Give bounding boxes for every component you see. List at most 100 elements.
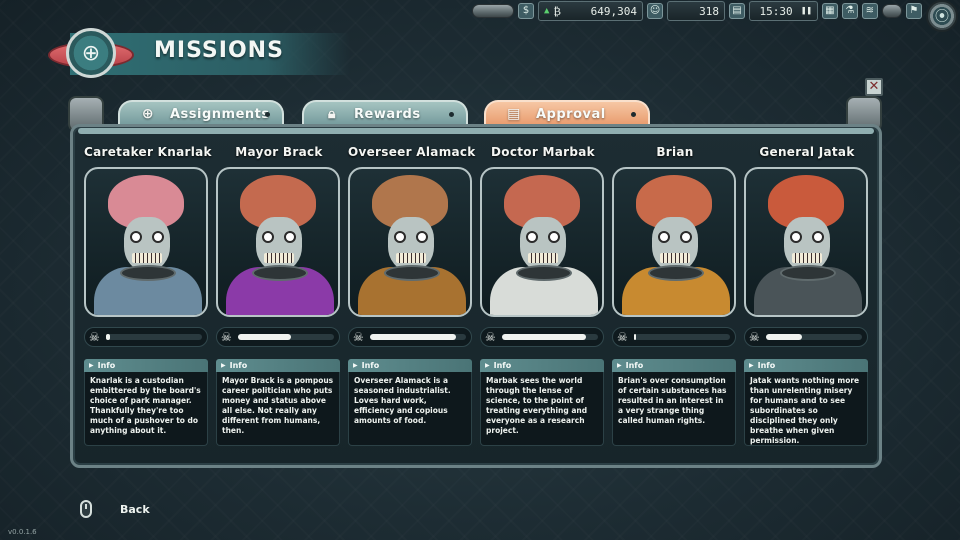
info-header: ▶ Info [348, 359, 472, 372]
tab-rewards[interactable]: 🔒︎ Rewards [302, 100, 468, 126]
triangle-icon: ▶ [89, 362, 94, 369]
tab-label: Rewards [354, 106, 421, 122]
guest-icon[interactable]: ☺ [647, 3, 664, 19]
info-label: Info [97, 361, 116, 370]
character-portrait [612, 167, 736, 317]
alien-head-icon: ☠ [221, 330, 232, 344]
character-card[interactable]: Caretaker Knarlak ☠ ▶ Info Knarlak is a … [84, 140, 212, 452]
character-card[interactable]: Overseer Alamack ☠ ▶ Info Overseer Alama… [348, 140, 476, 452]
staff-display: 318 [667, 1, 726, 21]
alien-head-icon: ☠ [485, 330, 496, 344]
triangle-icon: ▶ [617, 362, 622, 369]
factory-icon[interactable]: ▦ [821, 3, 838, 19]
back-button[interactable]: Back [120, 503, 150, 516]
radar-icon[interactable]: ⦿ [926, 0, 958, 32]
approval-bar-fill [369, 334, 457, 340]
alien-eye [152, 231, 164, 243]
approval-bar-fill [633, 334, 636, 340]
character-name: Mayor Brack [235, 145, 323, 159]
time-value: 15:30 [759, 4, 793, 18]
alien-head-icon: ☠ [89, 330, 100, 344]
flag-icon[interactable]: ⚑ [905, 3, 922, 19]
alien-teeth [528, 253, 558, 263]
alien-eye [416, 231, 428, 243]
character-name: Doctor Marbak [491, 145, 595, 159]
panel-top-strip [78, 128, 874, 134]
flask-icon[interactable]: ⚗ [841, 3, 858, 19]
lock-icon: 🔒︎ [328, 106, 336, 122]
alien-eye [130, 231, 142, 243]
character-portrait [216, 167, 340, 317]
currency-symbol: ₿ [553, 4, 562, 18]
tab-dot [631, 112, 636, 117]
pause-icon[interactable]: ❚❚ [801, 6, 812, 16]
alien-eye [548, 231, 560, 243]
alien-teeth [660, 253, 690, 263]
approval-bar-fill [765, 334, 803, 340]
character-info: Mayor Brack is a pompous career politici… [216, 372, 340, 446]
alien-portrait-image [614, 169, 734, 315]
wifi-icon[interactable]: ≋ [861, 3, 878, 19]
missions-emblem: ⊕ [48, 28, 134, 80]
character-name: Overseer Alamack [348, 145, 476, 159]
approval-bar-track [105, 334, 202, 340]
page-title: MISSIONS [154, 38, 284, 63]
character-card[interactable]: Brian ☠ ▶ Info Brian's over consumption … [612, 140, 738, 452]
triangle-icon: ▶ [353, 362, 358, 369]
tab-assignments[interactable]: ⊕ Assignments [118, 100, 284, 126]
character-portrait [480, 167, 604, 317]
time-display: 15:30 ❚❚ [749, 1, 818, 21]
back-control[interactable]: Back [80, 500, 150, 518]
trend-up-icon: ▲ [544, 6, 550, 16]
approval-bar-track [369, 334, 466, 340]
alien-teeth [132, 253, 162, 263]
character-info: Brian's over consumption of certain subs… [612, 372, 736, 446]
character-cards: Caretaker Knarlak ☠ ▶ Info Knarlak is a … [84, 140, 874, 460]
character-card[interactable]: Mayor Brack ☠ ▶ Info Mayor Brack is a po… [216, 140, 342, 452]
info-header: ▶ Info [612, 359, 736, 372]
alien-collar [780, 265, 836, 281]
tab-approval[interactable]: ▤ Approval [484, 100, 650, 126]
info-label: Info [625, 361, 644, 370]
alien-eye [658, 231, 670, 243]
character-portrait [84, 167, 208, 317]
info-header: ▶ Info [84, 359, 208, 372]
close-button[interactable]: ✕ [865, 78, 883, 96]
alien-eye [526, 231, 538, 243]
alien-eye [262, 231, 274, 243]
approval-bar-track [765, 334, 862, 340]
triangle-icon: ▶ [749, 362, 754, 369]
mouse-icon [80, 500, 92, 518]
character-info: Overseer Alamack is a seasoned industria… [348, 372, 472, 446]
approval-bar-track [237, 334, 334, 340]
target-icon: ⊕ [66, 28, 116, 78]
money-value: 649,304 [590, 4, 638, 18]
tab-label: Assignments [170, 106, 270, 122]
approval-bar-track [633, 334, 730, 340]
info-label: Info [361, 361, 380, 370]
approval-meter: ☠ [612, 327, 736, 347]
triangle-icon: ▶ [485, 362, 490, 369]
alien-collar [516, 265, 572, 281]
character-portrait [348, 167, 472, 317]
alien-eye [790, 231, 802, 243]
approval-meter: ☠ [744, 327, 868, 347]
approval-meter: ☠ [348, 327, 472, 347]
character-card[interactable]: Doctor Marbak ☠ ▶ Info Marbak sees the w… [480, 140, 606, 452]
dollar-icon[interactable]: $ [518, 3, 534, 19]
character-card[interactable]: General Jatak ☠ ▶ Info Jatak wants nothi… [744, 140, 870, 452]
calendar-icon[interactable]: ▤ [729, 3, 746, 19]
character-portrait [744, 167, 868, 317]
info-label: Info [757, 361, 776, 370]
approval-bar-track [501, 334, 598, 340]
info-header: ▶ Info [744, 359, 868, 372]
alien-portrait-image [482, 169, 602, 315]
alien-teeth [792, 253, 822, 263]
alien-teeth [396, 253, 426, 263]
tab-dot [449, 112, 454, 117]
tab-label: Approval [536, 106, 606, 122]
alien-collar [384, 265, 440, 281]
character-name: Caretaker Knarlak [84, 145, 212, 159]
alien-head-icon: ☠ [749, 330, 760, 344]
approval-meter: ☠ [216, 327, 340, 347]
